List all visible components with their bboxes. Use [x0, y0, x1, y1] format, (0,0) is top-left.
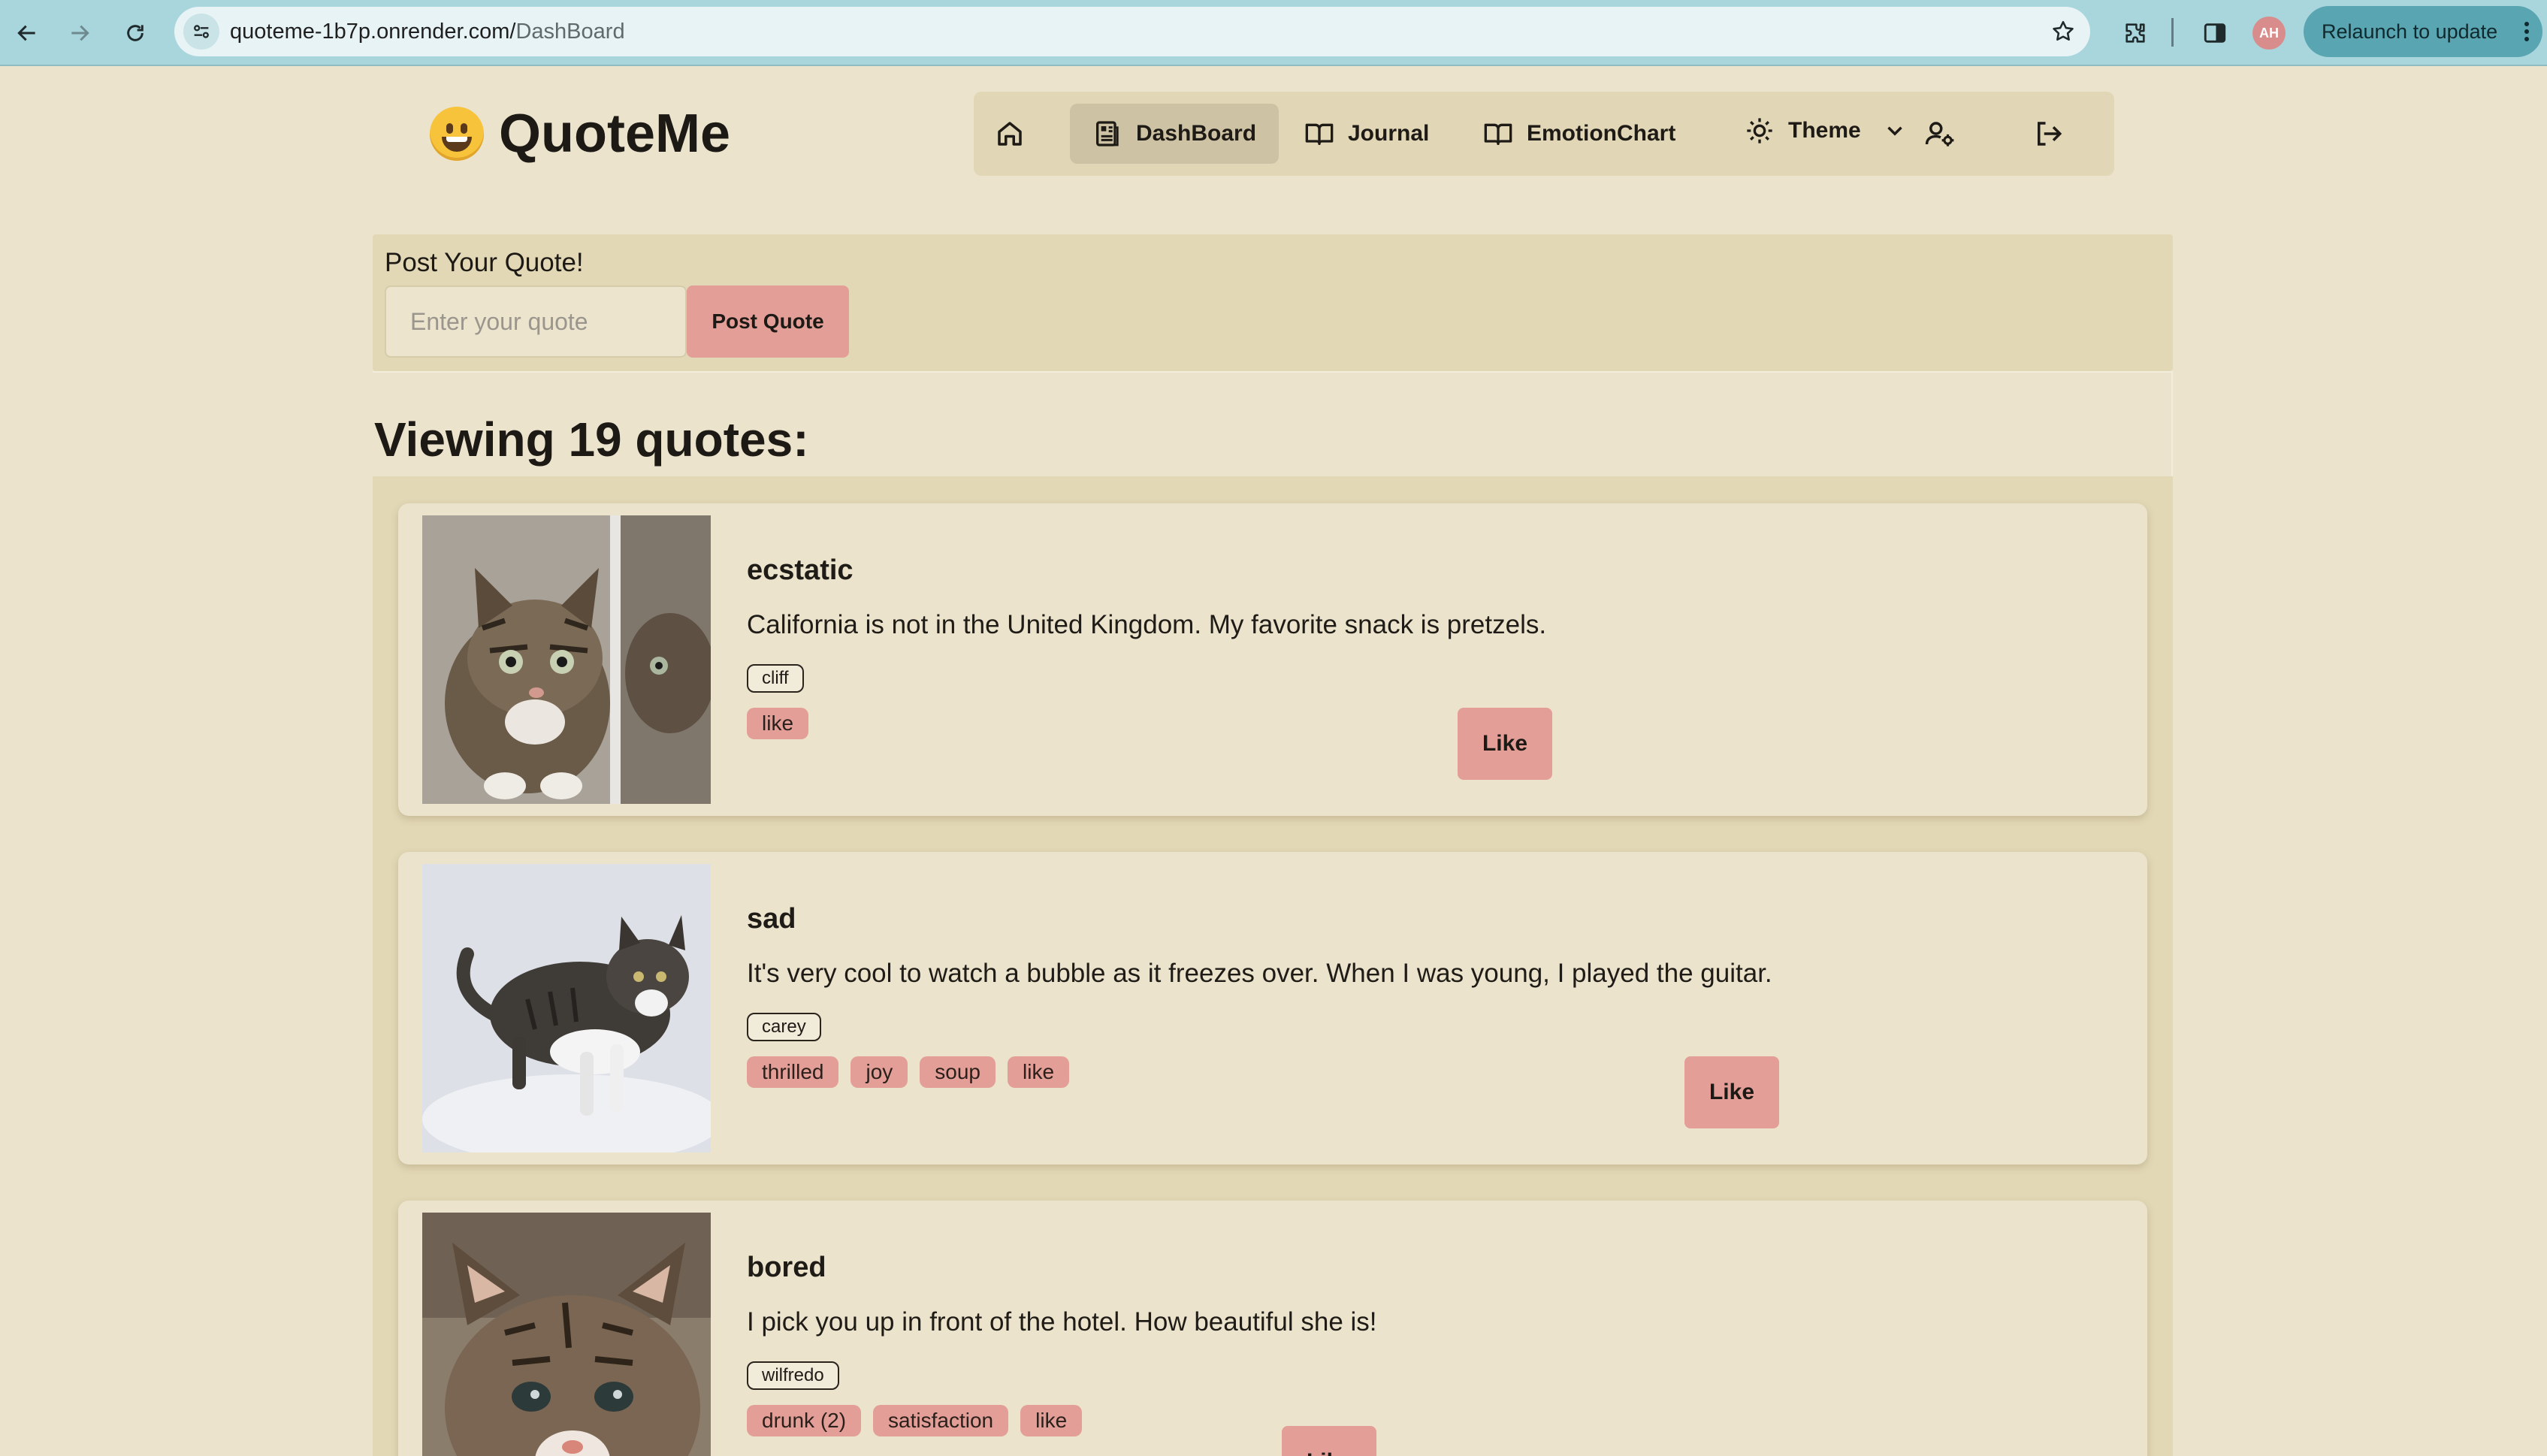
kitten-photo	[422, 515, 711, 804]
tag[interactable]: satisfaction	[873, 1405, 1009, 1436]
grinning-face-icon	[430, 107, 484, 161]
post-quote-panel: Post Your Quote! Post Quote	[373, 234, 2173, 371]
user-settings-icon	[1925, 122, 1954, 147]
nav-logout[interactable]	[2027, 113, 2069, 155]
post-quote-heading: Post Your Quote!	[385, 248, 584, 277]
app-logo[interactable]: QuoteMe	[430, 102, 730, 165]
tag[interactable]: joy	[851, 1056, 908, 1088]
back-button[interactable]	[8, 14, 47, 53]
toolbar-divider	[2171, 18, 2174, 47]
reload-icon	[127, 25, 144, 41]
arrow-left-icon	[17, 25, 35, 41]
quotes-feed: ecstatic California is not in the United…	[373, 476, 2173, 1456]
tag[interactable]: drunk (2)	[747, 1405, 862, 1436]
nav-emotion-chart[interactable]: EmotionChart	[1461, 104, 1698, 164]
nav-dashboard[interactable]: DashBoard	[1070, 104, 1280, 164]
forward-button[interactable]	[60, 14, 99, 53]
quote-emotion: ecstatic	[747, 554, 854, 586]
tag[interactable]: like	[1008, 1056, 1070, 1088]
theme-dropdown[interactable]: Theme	[1722, 101, 1930, 161]
address-bar[interactable]: quoteme-1b7p.onrender.com/DashBoard	[174, 7, 2090, 56]
tag[interactable]: soup	[920, 1056, 996, 1088]
like-button[interactable]: Like	[1684, 1056, 1779, 1128]
nav-dashboard-label: DashBoard	[1136, 121, 1257, 146]
section-edge	[2171, 371, 2173, 476]
browser-toolbar: quoteme-1b7p.onrender.com/DashBoard AH R…	[0, 0, 2547, 66]
tag[interactable]: thrilled	[747, 1056, 839, 1088]
tag[interactable]: like	[747, 708, 809, 739]
profile-avatar[interactable]: AH	[2252, 17, 2286, 50]
like-button[interactable]: Like	[1458, 708, 1552, 780]
quote-emotion: bored	[747, 1252, 826, 1283]
kebab-menu-icon[interactable]	[2523, 20, 2530, 44]
bookmark-star-icon[interactable]	[2048, 17, 2078, 47]
tag-list: like	[747, 708, 809, 739]
book-open-icon	[1305, 123, 1334, 145]
nav-user-settings[interactable]	[1919, 113, 1961, 155]
nav-emotion-chart-label: EmotionChart	[1527, 121, 1676, 146]
sun-icon	[1747, 118, 1772, 143]
url-path: DashBoard	[515, 20, 625, 44]
quote-card: bored I pick you up in front of the hote…	[398, 1201, 2147, 1456]
kitten-photo	[422, 1213, 711, 1456]
quote-emotion: sad	[747, 903, 796, 935]
home-icon	[998, 122, 1022, 146]
quote-text: California is not in the United Kingdom.…	[747, 610, 1547, 639]
kitten-photo	[422, 864, 711, 1152]
dashboard-icon	[1096, 121, 1119, 147]
site-settings-icon[interactable]	[183, 14, 219, 50]
theme-label: Theme	[1788, 118, 1861, 143]
arrow-right-icon	[71, 25, 89, 41]
app-title: QuoteMe	[499, 104, 731, 164]
side-panel-icon[interactable]	[2197, 15, 2233, 51]
relaunch-label: Relaunch to update	[2322, 20, 2498, 43]
url-text: quoteme-1b7p.onrender.com/DashBoard	[230, 7, 625, 56]
book-open-icon	[1484, 123, 1512, 145]
tag-list: thrilled joy soup like	[747, 1056, 1070, 1088]
author-badge[interactable]: cliff	[747, 664, 804, 693]
reload-button[interactable]	[116, 14, 155, 53]
nav-journal[interactable]: Journal	[1282, 104, 1452, 164]
quotes-count-heading: Viewing 19 quotes:	[374, 412, 809, 467]
quote-text: It's very cool to watch a bubble as it f…	[747, 959, 1772, 988]
main-nav: DashBoard Journal EmotionChart Theme	[974, 92, 2114, 176]
quote-card: ecstatic California is not in the United…	[398, 503, 2147, 816]
author-badge[interactable]: carey	[747, 1013, 821, 1041]
quote-text: I pick you up in front of the hotel. How…	[747, 1307, 1377, 1337]
like-button[interactable]: Like	[1282, 1426, 1376, 1456]
section-divider	[373, 371, 2173, 373]
tag-list: drunk (2) satisfaction like	[747, 1405, 1083, 1436]
logout-icon	[2038, 122, 2062, 146]
post-quote-button[interactable]: Post Quote	[687, 285, 849, 358]
extensions-icon[interactable]	[2117, 15, 2153, 51]
relaunch-button[interactable]: Relaunch to update	[2304, 6, 2542, 57]
nav-journal-label: Journal	[1348, 121, 1430, 146]
quote-input[interactable]	[385, 285, 687, 358]
nav-home[interactable]	[989, 113, 1031, 155]
tag[interactable]: like	[1020, 1405, 1083, 1436]
author-badge[interactable]: wilfredo	[747, 1361, 839, 1390]
quote-card: sad It's very cool to watch a bubble as …	[398, 852, 2147, 1164]
chevron-down-icon	[1887, 126, 1902, 136]
url-host: quoteme-1b7p.onrender.com/	[230, 20, 516, 44]
